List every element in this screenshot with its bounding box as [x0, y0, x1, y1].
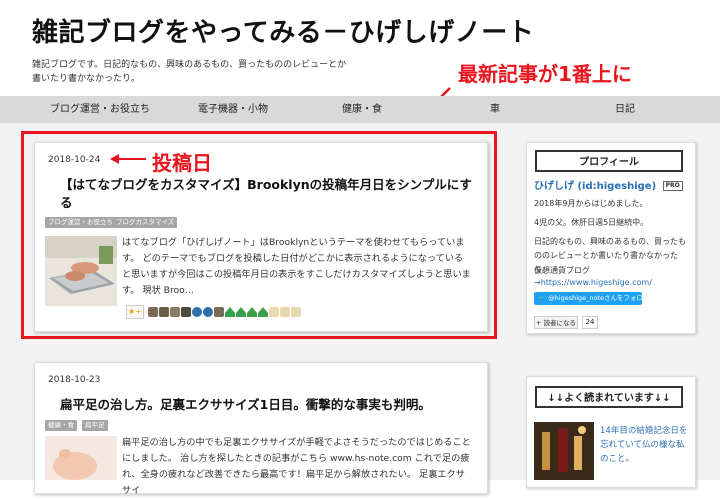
site-title[interactable]: 雑記ブログをやってみる－ひげしげノート: [32, 12, 534, 49]
post-tag[interactable]: 扁平足: [82, 420, 108, 431]
annotation-highlight-box: [21, 131, 497, 339]
foot-photo-icon: [45, 436, 117, 480]
nav-item-devices[interactable]: 電子機器・小物: [198, 96, 268, 123]
twitter-follow-button[interactable]: 🐦 @higeshige_noteさんをフォロー: [534, 292, 650, 305]
popular-heading: ↓↓よく読まれています↓↓: [535, 386, 683, 408]
post-date: 2018-10-23: [48, 375, 101, 385]
site-description: 雑記ブログです。日記的なもの、興味のあるもの、買ったもののレビューとか書いたり書…: [32, 60, 347, 84]
crypto-link[interactable]: →https://www.higeshige.com/: [534, 276, 690, 290]
follow-label: @higeshige_noteさんをフォロー: [548, 294, 650, 302]
twitter-bird-icon: 🐦: [538, 294, 549, 302]
profile-started: 2018年9月からはじめました。: [534, 199, 648, 208]
post-thumbnail[interactable]: [45, 436, 117, 480]
profile-id[interactable]: (id:higeshige): [577, 181, 656, 192]
plus-icon: +: [535, 319, 544, 327]
subscriber-count: 24: [582, 316, 598, 329]
profile-kids: 4児の父。休肝日週5日継続中。: [534, 218, 649, 227]
nav-item-diary[interactable]: 日記: [615, 96, 635, 123]
post-tag[interactable]: 健康・食: [45, 420, 77, 431]
nav-item-health[interactable]: 健康・食: [342, 96, 382, 123]
subscribe-button[interactable]: + 読者になる: [534, 316, 578, 329]
profile-heading: プロフィール: [535, 150, 683, 172]
annotation-latest-top: 最新記事が1番上に: [458, 62, 632, 86]
popular-thumbnail[interactable]: [534, 422, 594, 480]
nav-item-car[interactable]: 車: [490, 96, 500, 123]
nav-item-blog[interactable]: ブログ運営・お役立ち: [50, 96, 150, 123]
profile-name-row: ひげしげ (id:higeshige) PRO: [534, 180, 683, 194]
pro-badge: PRO: [662, 181, 683, 191]
post-excerpt: 扁平足の治し方の中でも足裏エクササイズが手軽でよさそうだったのではじめることにし…: [122, 437, 471, 496]
post-title[interactable]: 扁平足の治し方。足裏エクササイズ1日目。衝撃的な事実も判明。: [60, 396, 472, 414]
wine-photo-icon: [534, 422, 594, 480]
global-nav: ブログ運営・お役立ち 電子機器・小物 健康・食 車 日記: [0, 96, 720, 123]
subscribe-label: 読者になる: [543, 319, 577, 327]
profile-name[interactable]: ひげしげ: [534, 181, 574, 192]
popular-item[interactable]: 14年目の結婚記念日を忘れていて仏の様な私のこと。: [600, 424, 690, 466]
